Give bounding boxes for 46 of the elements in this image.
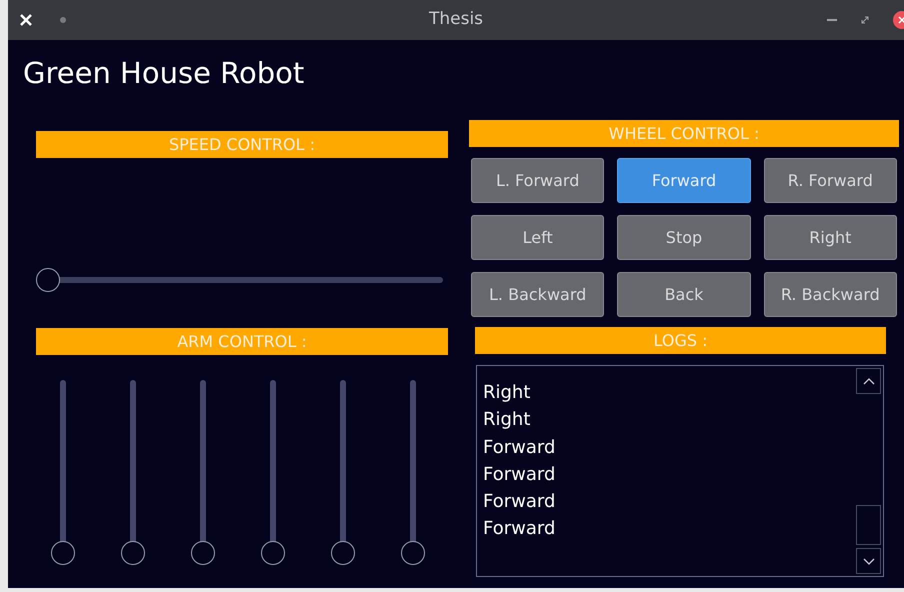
slider-thumb[interactable] [261,541,285,565]
wheel-button[interactable]: L. Forward [471,158,604,203]
minimize-icon[interactable] [827,18,837,22]
wheel-button[interactable]: Forward [617,158,751,203]
log-entry: Forward [483,462,556,487]
close-window-icon[interactable] [893,11,904,29]
slider-thumb[interactable] [36,268,60,292]
scrollbar[interactable] [856,368,881,574]
slider-thumb[interactable] [121,541,145,565]
dot-icon[interactable] [60,17,66,23]
log-entry: Right [483,381,530,405]
section-header: ARM CONTROL : [36,328,448,355]
log-entry: Forward [483,490,556,514]
slider-thumb[interactable] [331,541,355,565]
wheel-button[interactable]: L. Backward [471,272,604,317]
arm-slider[interactable] [401,380,425,565]
wheel-button[interactable]: R. Backward [764,272,897,317]
wheel-button[interactable]: Right [764,215,897,260]
wheel-button[interactable]: Back [617,272,751,317]
slider-thumb[interactable] [51,541,75,565]
arm-slider[interactable] [331,380,355,565]
chevron-down-icon [862,558,874,564]
arm-slider[interactable] [121,380,145,565]
arm-slider[interactable] [191,380,215,565]
section-header: SPEED CONTROL : [36,131,448,158]
restore-icon[interactable] [861,16,869,24]
slider-thumb[interactable] [191,541,215,565]
scroll-down-button[interactable] [856,548,881,574]
log-entry: Forward [483,517,556,542]
window-title: Thesis [428,8,484,32]
arm-slider[interactable] [261,380,285,565]
section-header: WHEEL CONTROL : [469,120,899,147]
scroll-up-button[interactable] [856,368,881,394]
wheel-button[interactable]: Left [471,215,604,260]
log-entry: Forward [483,436,556,460]
close-icon[interactable] [19,13,33,27]
slider-thumb[interactable] [401,541,425,565]
wheel-button[interactable]: R. Forward [764,158,897,203]
log-entry: Right [483,408,530,432]
arm-slider[interactable] [51,380,75,565]
speed-slider[interactable] [36,268,443,292]
wheel-button[interactable]: Stop [617,215,751,260]
chevron-up-icon [862,378,874,384]
section-header: LOGS : [475,327,886,354]
scroll-handle[interactable] [856,505,881,545]
app-title: Green House Robot [23,55,306,92]
